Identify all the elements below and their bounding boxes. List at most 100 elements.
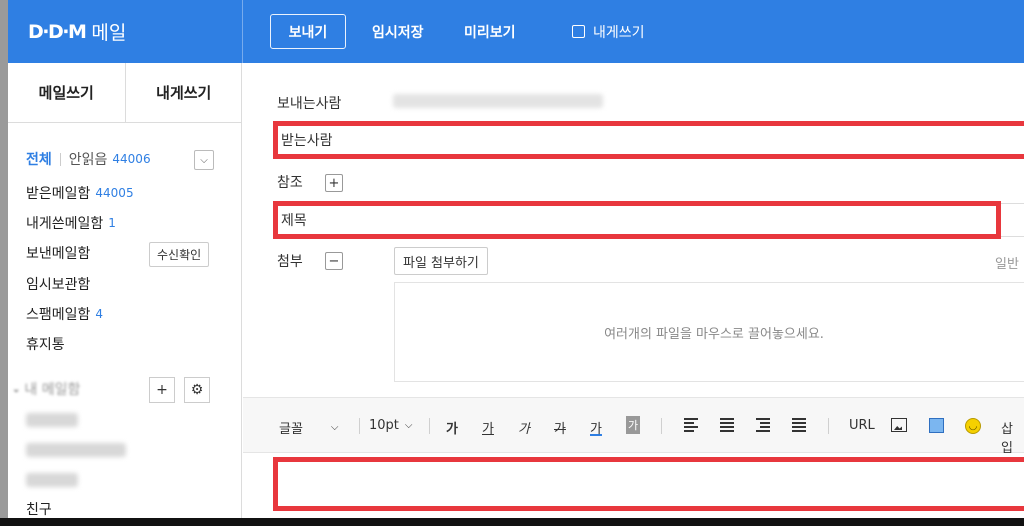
sidebar: 메일쓰기 내게쓰기 전체 안읽음 44006 ⌵ 받은메일함 44005 내게쓴… [8, 63, 242, 518]
subject-label: 제목 [281, 213, 307, 229]
horizontal-line-button[interactable] [792, 418, 806, 432]
logo[interactable]: D∙D∙M 메일 [28, 18, 126, 45]
url-link-button[interactable]: URL [849, 418, 875, 433]
attach-collapse-button[interactable]: − [325, 252, 343, 270]
attach-mode-label[interactable]: 일반 [995, 253, 1019, 272]
send-button[interactable]: 보내기 [270, 14, 346, 49]
font-size-select[interactable]: 10pt ⌵ [369, 418, 413, 433]
sidebar-item-to-self[interactable]: 내게쓴메일함 1 [26, 213, 116, 233]
mail-body-editor[interactable] [273, 457, 1024, 511]
attach-file-button[interactable]: 파일 첨부하기 [394, 247, 488, 275]
my-mailbox-label: 내 메일함 [24, 382, 81, 398]
toolbar-divider [359, 418, 360, 434]
sidebar-item-friends[interactable]: 친구 [26, 499, 52, 518]
blurred-mailbox-item[interactable] [26, 413, 78, 427]
font-size-label: 10pt [369, 418, 399, 433]
blurred-mailbox-item[interactable] [26, 473, 78, 487]
write-to-self-checkbox[interactable] [572, 25, 585, 38]
gear-icon: ⚙ [190, 382, 204, 398]
cc-expand-button[interactable]: + [325, 174, 343, 192]
font-select[interactable]: 글꼴 ⌵ [279, 418, 339, 437]
image-icon [891, 418, 907, 432]
sidebar-tabs: 메일쓰기 내게쓰기 [8, 63, 242, 123]
background-color-button[interactable]: 가 [626, 416, 641, 434]
file-dropzone[interactable]: 여러개의 파일을 마우스로 끌어놓으세요. [394, 282, 1024, 382]
blurred-mailbox-item[interactable] [26, 443, 126, 457]
background-color-label: 가 [626, 416, 641, 434]
write-to-self-toggle[interactable]: 내게쓰기 [572, 14, 645, 49]
numbered-list-button[interactable] [720, 418, 734, 432]
underline-button[interactable]: 가 [482, 418, 494, 437]
filter-divider [59, 152, 61, 166]
indent-icon [756, 418, 770, 432]
font-color-button[interactable]: 가 [590, 418, 602, 437]
top-bar: D∙D∙M 메일 보내기 임시저장 미리보기 내게쓰기 [8, 0, 1024, 63]
write-to-self-label: 내게쓰기 [593, 24, 645, 41]
mailbox-label: 휴지통 [26, 337, 65, 353]
chevron-down-icon: ⌵ [404, 420, 413, 431]
chevron-down-icon: ⌵ [200, 154, 208, 166]
mailbox-label: 스팸메일함 [26, 307, 91, 323]
toolbar-divider [429, 418, 430, 434]
unread-count: 44006 [112, 152, 151, 166]
mailbox-count: 1 [108, 216, 116, 230]
numbered-list-icon [720, 418, 734, 432]
horizontal-line-icon [792, 418, 806, 432]
add-mailbox-button[interactable]: + [149, 377, 175, 403]
cc-label: 참조 [277, 175, 303, 191]
mailbox-count: 4 [95, 307, 104, 321]
recipient-label: 받는사람 [281, 133, 333, 149]
from-address-blurred[interactable] [393, 94, 603, 108]
mailbox-label: 보낸메일함 [26, 246, 91, 262]
daum-logo-mark: D∙D∙M [28, 20, 87, 43]
toolbar-divider [828, 418, 829, 434]
editor-toolbar: 글꼴 ⌵ 10pt ⌵ 가 가 가 가 가 가 URL ◡ 삽입 [243, 397, 1024, 456]
mailbox-label: 받은메일함 [26, 186, 91, 202]
sidebar-item-spam[interactable]: 스팸메일함 4 [26, 304, 103, 324]
subject-field[interactable]: 제목 [273, 201, 1001, 239]
tab-write-to-self[interactable]: 내게쓰기 [124, 63, 243, 122]
chevron-down-icon: ⌄ [12, 383, 21, 395]
plus-icon: + [156, 382, 168, 398]
filter-all[interactable]: 전체 [26, 149, 52, 169]
insert-menu-button[interactable]: 삽입 [1001, 418, 1024, 456]
my-mailbox-header[interactable]: ⌄ 내 메일함 [12, 379, 80, 399]
app-title: 메일 [91, 22, 127, 44]
preview-button[interactable]: 미리보기 [464, 14, 516, 49]
filter-dropdown-button[interactable]: ⌵ [194, 150, 214, 170]
recipient-field[interactable]: 받는사람 [273, 121, 1024, 159]
mail-compose-window: D∙D∙M 메일 보내기 임시저장 미리보기 내게쓰기 메일쓰기 내게쓰기 전체… [8, 0, 1024, 518]
filter-unread[interactable]: 안읽음 [69, 149, 108, 169]
mailbox-label: 내게쓴메일함 [26, 216, 104, 232]
align-left-button[interactable] [684, 418, 698, 432]
sidebar-item-inbox[interactable]: 받은메일함 44005 [26, 183, 134, 203]
table-color-button[interactable] [929, 418, 944, 433]
sidebar-item-drafts[interactable]: 임시보관함 [26, 274, 90, 294]
tab-compose[interactable]: 메일쓰기 [8, 63, 125, 122]
compose-form: 보내는사람 받는사람 참조 + 제목 첨부 − 파일 첨부하기 일반 여러개의 … [243, 63, 1024, 518]
sidebar-item-sent[interactable]: 보낸메일함 [26, 243, 90, 263]
bold-button[interactable]: 가 [446, 418, 458, 437]
indent-button[interactable] [756, 418, 770, 432]
mailbox-label: 임시보관함 [26, 277, 91, 293]
attach-label: 첨부 [277, 254, 303, 270]
sidebar-item-trash[interactable]: 휴지통 [26, 334, 65, 354]
mail-filter: 전체 안읽음 44006 [26, 149, 151, 169]
box-icon [929, 418, 944, 433]
save-draft-button[interactable]: 임시저장 [372, 14, 424, 49]
toolbar-divider [661, 418, 662, 434]
emoticon-button[interactable]: ◡ [965, 418, 981, 434]
align-left-icon [684, 418, 698, 432]
strikethrough-button[interactable]: 가 [554, 418, 566, 437]
smile-icon: ◡ [965, 418, 981, 434]
image-button[interactable] [891, 418, 907, 432]
mailbox-settings-button[interactable]: ⚙ [184, 377, 210, 403]
subject-field-extension [1001, 203, 1024, 237]
read-receipt-button[interactable]: 수신확인 [149, 242, 210, 267]
italic-button[interactable]: 가 [518, 418, 530, 437]
font-select-label: 글꼴 [279, 422, 303, 437]
mailbox-count: 44005 [95, 186, 134, 200]
screen-bottom-edge [0, 518, 1024, 526]
dropzone-text: 여러개의 파일을 마우스로 끌어놓으세요. [604, 326, 824, 342]
minus-icon: − [328, 253, 340, 269]
